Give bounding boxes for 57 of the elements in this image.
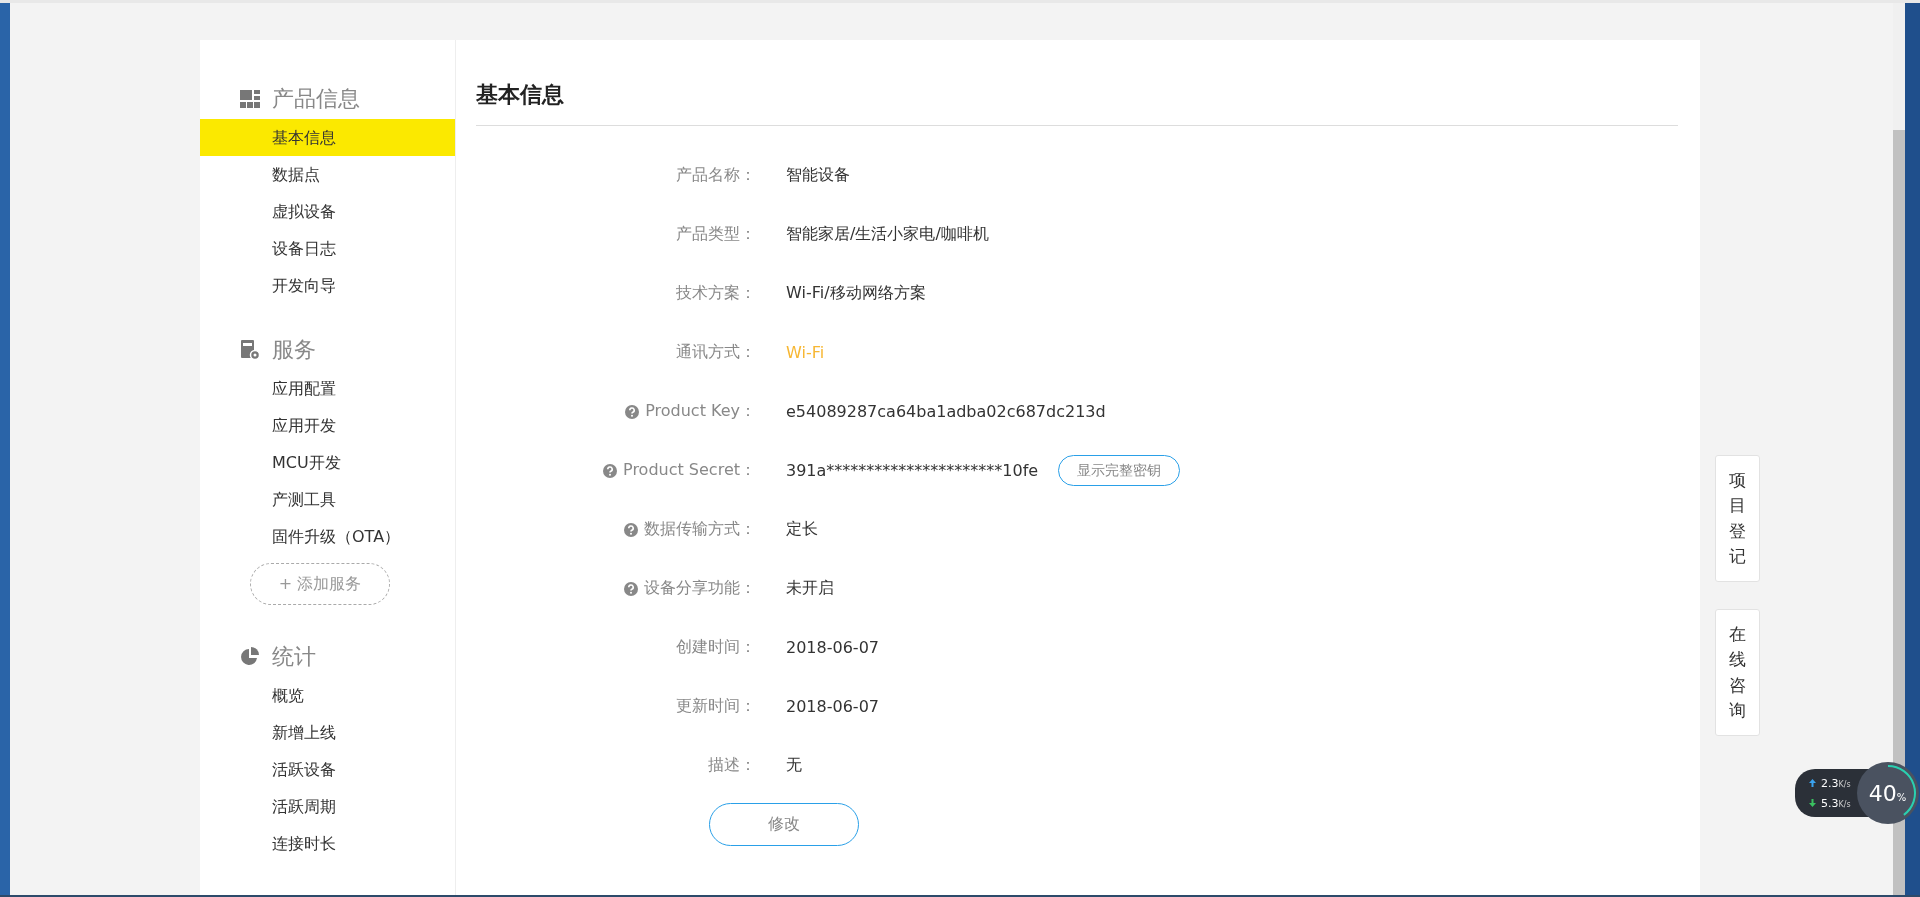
field-label: 通讯方式：: [676, 342, 756, 363]
section-title: 统计: [272, 643, 316, 671]
field-label: Product Secret：: [623, 460, 756, 481]
side-button[interactable]: 项目登记: [1715, 455, 1760, 582]
sidebar-item[interactable]: 设备日志: [200, 230, 455, 267]
sidebar-item[interactable]: 数据点: [200, 156, 455, 193]
sidebar-item[interactable]: 应用配置: [200, 370, 455, 407]
download-speed: 5.3K/s: [1821, 796, 1851, 810]
help-icon[interactable]: [625, 404, 640, 419]
sidebar-item[interactable]: 活跃设备: [200, 751, 455, 788]
field-label: 产品名称：: [676, 165, 756, 186]
device-gear-icon: [240, 340, 260, 360]
field-label: 技术方案：: [676, 283, 756, 304]
sidebar-item[interactable]: 新增上线: [200, 714, 455, 751]
field-label: 产品类型：: [676, 224, 756, 245]
sidebar-item[interactable]: MCU开发: [200, 444, 455, 481]
field-label: 更新时间：: [676, 696, 756, 717]
field-value: 未开启: [786, 578, 834, 599]
grid-icon: [240, 90, 260, 108]
field-value: 无: [786, 755, 802, 776]
upload-speed: 2.3K/s: [1821, 776, 1851, 790]
sidebar-item[interactable]: 基本信息: [200, 119, 455, 156]
sidebar-item[interactable]: 活跃周期: [200, 788, 455, 825]
field-value: Wi-Fi/移动网络方案: [786, 283, 926, 304]
download-arrow-icon: [1809, 799, 1816, 807]
section-title: 产品信息: [272, 85, 360, 113]
field-value: e54089287ca64ba1adba02c687dc213d: [786, 402, 1106, 421]
field-value: 391a**********************10fe: [786, 461, 1039, 480]
sidebar-item[interactable]: 虚拟设备: [200, 193, 455, 230]
pie-chart-icon: [240, 647, 260, 667]
upload-arrow-icon: [1809, 779, 1816, 787]
sidebar-item[interactable]: 概览: [200, 677, 455, 714]
section-title: 服务: [272, 336, 316, 364]
field-label: 设备分享功能：: [644, 578, 756, 599]
help-icon[interactable]: [624, 581, 638, 596]
field-value: 智能家居/生活小家电/咖啡机: [786, 224, 989, 245]
help-icon[interactable]: [603, 463, 617, 478]
field-label: 创建时间：: [676, 637, 756, 658]
sidebar-item[interactable]: 连接时长: [200, 825, 455, 862]
sidebar-item[interactable]: 开发向导: [200, 267, 455, 304]
field-value: 2018-06-07: [786, 638, 879, 657]
side-button[interactable]: 在线咨询: [1715, 609, 1760, 736]
sidebar-item[interactable]: 产测工具: [200, 481, 455, 518]
sidebar-item[interactable]: 应用开发: [200, 407, 455, 444]
field-value: 2018-06-07: [786, 697, 879, 716]
field-label: 描述：: [708, 755, 756, 776]
field-value: 智能设备: [786, 165, 850, 186]
page-title: 基本信息: [476, 81, 565, 109]
field-value: Wi-Fi: [786, 343, 825, 362]
edit-button[interactable]: 修改: [709, 803, 859, 846]
sidebar-item[interactable]: 固件升级（OTA）: [200, 518, 455, 555]
field-label: 数据传输方式：: [644, 519, 756, 540]
field-value: 定长: [786, 519, 818, 540]
help-icon[interactable]: [624, 522, 638, 537]
memory-percent: 40%: [1868, 780, 1907, 806]
show-key-button[interactable]: 显示完整密钥: [1058, 455, 1181, 486]
field-label: Product Key：: [645, 401, 756, 422]
